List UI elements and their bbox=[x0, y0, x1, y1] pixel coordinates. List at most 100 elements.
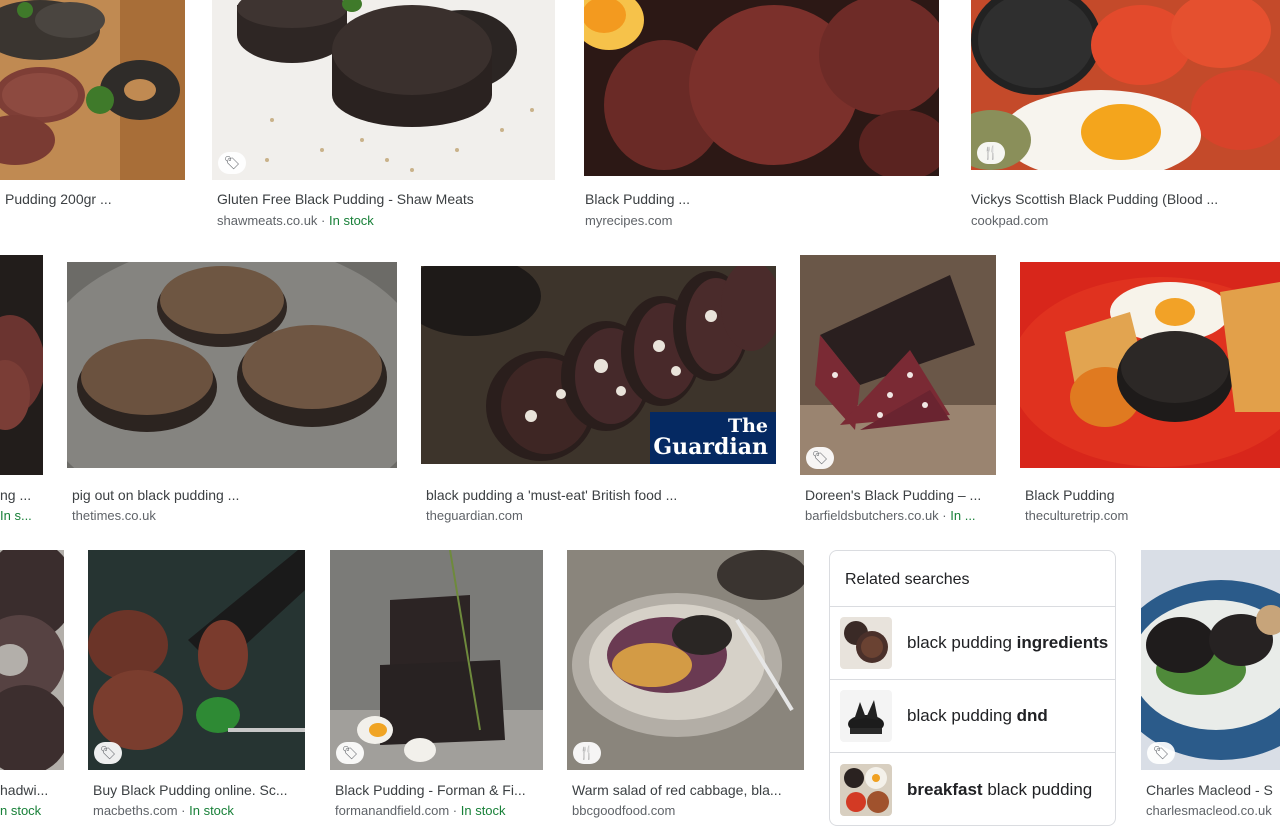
in-stock-label: In ... bbox=[950, 508, 976, 523]
result-card[interactable]: 🍴 Vickys Scottish Black Pudding (Blood .… bbox=[967, 0, 1280, 235]
related-search-ingredients[interactable]: black pudding ingredients bbox=[830, 607, 1115, 680]
related-search-prefix: black pudding bbox=[907, 633, 1017, 652]
related-search-bold: ingredients bbox=[1016, 633, 1109, 652]
in-stock-label: n stock bbox=[0, 803, 42, 818]
related-searches-panel: Related searches black pudding ingredien… bbox=[829, 550, 1116, 826]
result-title[interactable]: Vickys Scottish Black Pudding (Blood ... bbox=[971, 190, 1280, 208]
result-card[interactable]: Black Pudding ... myrecipes.com bbox=[580, 0, 945, 235]
black-pudding-image bbox=[330, 550, 543, 770]
related-search-bold: breakfast bbox=[907, 779, 983, 799]
result-card[interactable]: Pudding 200gr ... bbox=[0, 0, 190, 230]
result-source: shawmeats.co.uk · In stock bbox=[217, 213, 374, 228]
result-thumbnail[interactable]: 🏷 bbox=[88, 550, 305, 770]
result-title[interactable]: Charles Macleod - S bbox=[1146, 781, 1280, 799]
black-pudding-image bbox=[67, 262, 397, 468]
result-title[interactable]: Buy Black Pudding online. Sc... bbox=[93, 781, 305, 799]
result-domain: charlesmacleod.co.uk bbox=[1146, 803, 1272, 818]
result-source: theguardian.com bbox=[426, 508, 776, 524]
result-domain: thetimes.co.uk bbox=[72, 508, 156, 523]
result-thumbnail[interactable]: 🍴 bbox=[567, 550, 804, 770]
result-domain: formanandfield.com bbox=[335, 803, 450, 818]
result-domain: barfieldsbutchers.co.uk bbox=[805, 508, 939, 523]
result-title[interactable]: Black Pudding ... bbox=[585, 190, 940, 208]
result-domain: cookpad.com bbox=[971, 213, 1049, 228]
guardian-watermark: The Guardian bbox=[650, 412, 776, 464]
black-pudding-image bbox=[212, 0, 555, 180]
black-pudding-image bbox=[840, 617, 892, 669]
result-source: thetimes.co.uk bbox=[72, 508, 397, 524]
breakfast-image bbox=[840, 763, 892, 816]
result-title[interactable]: black pudding a 'must-eat' British food … bbox=[426, 486, 776, 504]
result-source: macbeths.com · In stock bbox=[93, 803, 234, 818]
result-source: bbcgoodfood.com bbox=[572, 803, 804, 819]
tag-icon: 🏷 bbox=[218, 152, 246, 174]
result-card[interactable]: The Guardian black pudding a 'must-eat' … bbox=[417, 255, 780, 530]
result-thumbnail[interactable] bbox=[0, 0, 185, 180]
recipe-icon: 🍴 bbox=[573, 742, 601, 764]
result-card[interactable]: ng ... In s... bbox=[0, 255, 45, 530]
result-thumbnail[interactable] bbox=[0, 255, 43, 475]
result-card[interactable]: pig out on black pudding ... thetimes.co… bbox=[63, 255, 401, 530]
related-search-text: black pudding dnd bbox=[907, 706, 1112, 726]
result-card[interactable]: hadwi... n stock bbox=[0, 550, 66, 830]
black-pudding-image bbox=[1020, 262, 1280, 468]
black-pudding-image bbox=[0, 550, 64, 770]
result-title[interactable]: Pudding 200gr ... bbox=[5, 190, 185, 208]
related-search-prefix: black pudding bbox=[907, 706, 1017, 725]
result-thumbnail[interactable] bbox=[67, 262, 397, 468]
in-stock-label: In stock bbox=[460, 803, 506, 818]
result-source: charlesmacleod.co.uk bbox=[1146, 803, 1280, 819]
result-card[interactable]: 🍴 Warm salad of red cabbage, bla... bbcg… bbox=[563, 550, 809, 830]
black-pudding-image bbox=[0, 0, 185, 180]
result-title[interactable]: pig out on black pudding ... bbox=[72, 486, 397, 504]
result-title[interactable]: ng ... bbox=[0, 486, 45, 504]
result-thumbnail[interactable] bbox=[1020, 262, 1280, 468]
watermark-line: Guardian bbox=[653, 434, 768, 460]
result-title[interactable]: hadwi... bbox=[0, 781, 66, 799]
result-title[interactable]: Gluten Free Black Pudding - Shaw Meats bbox=[217, 190, 555, 208]
result-thumbnail[interactable]: The Guardian bbox=[421, 266, 776, 464]
related-search-text: breakfast black pudding bbox=[907, 780, 1112, 800]
related-search-breakfast[interactable]: breakfast black pudding bbox=[830, 753, 1115, 825]
related-searches-heading: Related searches bbox=[830, 551, 1115, 607]
black-pudding-image bbox=[0, 255, 43, 475]
result-title[interactable]: Warm salad of red cabbage, bla... bbox=[572, 781, 804, 799]
result-title[interactable]: Black Pudding bbox=[1025, 486, 1280, 504]
result-card[interactable]: Black Pudding theculturetrip.com bbox=[1016, 255, 1280, 530]
black-pudding-image bbox=[567, 550, 804, 770]
result-domain: bbcgoodfood.com bbox=[572, 803, 676, 818]
related-search-thumbnail bbox=[840, 763, 892, 816]
result-title[interactable]: Black Pudding - Forman & Fi... bbox=[335, 781, 543, 799]
result-card[interactable]: 🏷 Black Pudding - Forman & Fi... formana… bbox=[326, 550, 548, 830]
result-card[interactable]: 🏷 Charles Macleod - S charlesmacleod.co.… bbox=[1137, 550, 1280, 830]
black-pudding-image bbox=[1141, 550, 1280, 770]
result-thumbnail[interactable] bbox=[584, 0, 939, 176]
recipe-icon: 🍴 bbox=[977, 142, 1005, 164]
result-title[interactable]: Doreen's Black Pudding – ... bbox=[805, 486, 1000, 504]
result-thumbnail[interactable]: 🍴 bbox=[971, 0, 1280, 170]
result-thumbnail[interactable]: 🏷 bbox=[212, 0, 555, 180]
result-source: theculturetrip.com bbox=[1025, 508, 1280, 524]
result-domain: myrecipes.com bbox=[585, 213, 673, 228]
result-thumbnail[interactable]: 🏷 bbox=[330, 550, 543, 770]
in-stock-label: In stock bbox=[329, 213, 374, 228]
result-thumbnail[interactable] bbox=[0, 550, 64, 770]
related-search-suffix: black pudding bbox=[982, 779, 1093, 799]
tag-icon: 🏷 bbox=[336, 742, 364, 764]
black-pudding-image bbox=[800, 255, 996, 475]
related-search-bold: dnd bbox=[1016, 706, 1048, 725]
result-card[interactable]: 🏷 Buy Black Pudding online. Sc... macbet… bbox=[84, 550, 310, 830]
result-source: formanandfield.com · In stock bbox=[335, 803, 506, 818]
result-thumbnail[interactable]: 🏷 bbox=[800, 255, 996, 475]
result-thumbnail[interactable]: 🏷 bbox=[1141, 550, 1280, 770]
related-search-thumbnail bbox=[840, 690, 892, 742]
result-domain: macbeths.com bbox=[93, 803, 178, 818]
result-source: cookpad.com bbox=[971, 213, 1280, 229]
dnd-creature-image bbox=[840, 690, 892, 742]
result-card[interactable]: 🏷 Gluten Free Black Pudding - Shaw Meats… bbox=[212, 0, 556, 235]
result-source: barfieldsbutchers.co.uk · In ... bbox=[805, 508, 976, 523]
in-stock-label: In stock bbox=[189, 803, 234, 818]
result-card[interactable]: 🏷 Doreen's Black Pudding – ... barfields… bbox=[796, 255, 1000, 530]
result-source: n stock bbox=[0, 803, 66, 819]
related-search-dnd[interactable]: black pudding dnd bbox=[830, 680, 1115, 753]
